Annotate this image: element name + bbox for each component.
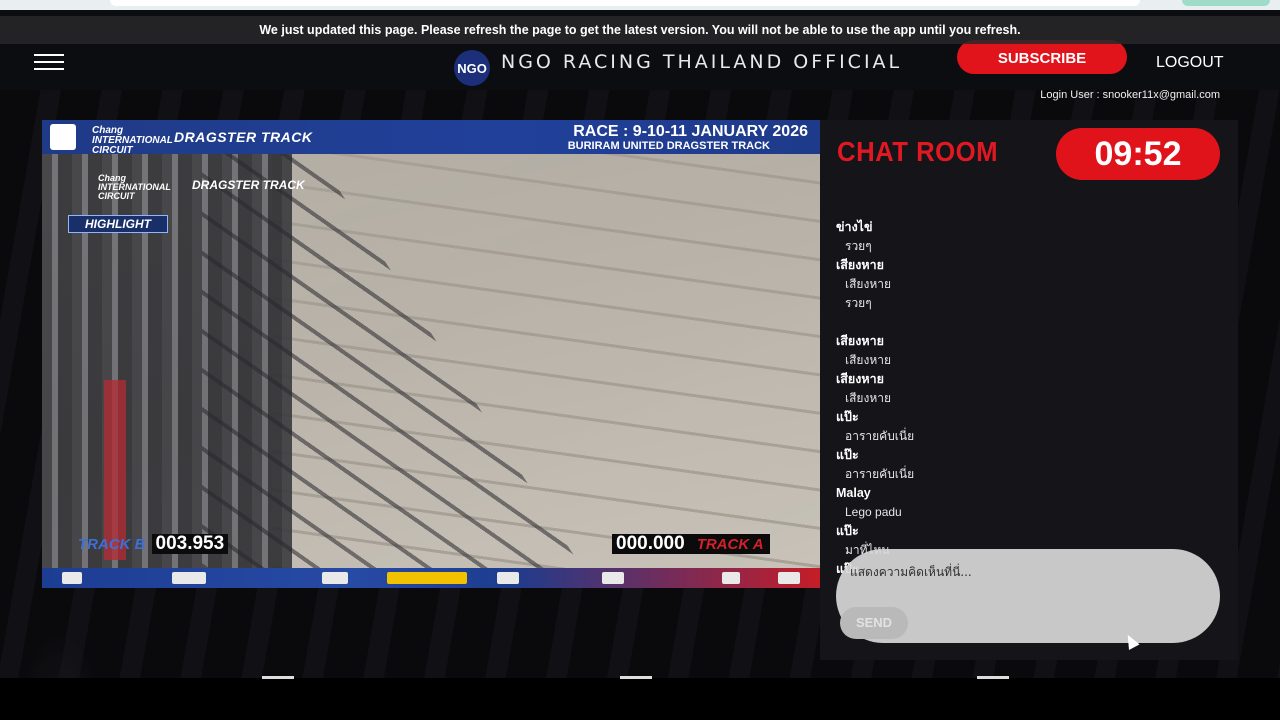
chat-room-panel: CHAT ROOM 09:52 ข่างไข่ รวยๆ เสียงหาย เสียง… — [820, 120, 1238, 660]
subscribe-button[interactable]: SUBSCRIBE — [957, 40, 1127, 74]
chat-message: แป๊ะอารายคับเนี่ย — [836, 446, 1196, 484]
chat-text: เสียงหาย — [845, 277, 891, 291]
sponsor-logo — [602, 572, 624, 584]
chat-message: ข่างไข่รวยๆ — [836, 218, 1196, 256]
chat-username: Malay — [836, 486, 871, 500]
chat-username: แป๊ะ — [836, 448, 859, 462]
hamburger-menu-icon[interactable] — [34, 54, 64, 70]
bottom-indicator — [620, 676, 652, 679]
address-bar[interactable] — [110, 0, 1140, 6]
chat-username: เสียงหาย — [836, 334, 884, 348]
highlight-tag: HIGHLIGHT — [68, 215, 168, 233]
chat-text: อารายคับเนี่ย — [845, 429, 915, 443]
chat-username: แป๊ะ — [836, 524, 859, 538]
sponsor-logo — [62, 572, 82, 584]
chat-message: Malay Lego padu — [836, 484, 1196, 522]
sponsor-logo — [497, 572, 519, 584]
dragster-track-logo: DRAGSTER TRACK — [174, 129, 313, 145]
bottom-indicator — [977, 676, 1009, 679]
chat-message: แป๊ะอารายคับเนี่ย — [836, 408, 1196, 446]
chat-compose-box: SEND — [836, 549, 1220, 643]
chat-text: เสียงหาย — [845, 391, 891, 405]
chat-message: รวยๆ — [836, 294, 1196, 313]
chat-username: แป๊ะ — [836, 410, 859, 424]
send-button[interactable]: SEND — [840, 607, 908, 639]
sponsor-logo — [322, 572, 348, 584]
browser-chrome — [0, 0, 1280, 10]
video-player[interactable]: Chang INTERNATIONAL CIRCUIT DRAGSTER TRA… — [42, 120, 820, 588]
ngo-logo-icon[interactable]: NGO — [452, 48, 492, 88]
chat-message — [836, 313, 1196, 332]
logout-button[interactable]: LOGOUT — [1156, 54, 1224, 72]
right-lane-timer: 000.000 TRACK A — [612, 534, 770, 554]
video-top-banner: Chang INTERNATIONAL CIRCUIT DRAGSTER TRA… — [42, 120, 820, 156]
chat-text: รวยๆ — [845, 296, 872, 310]
update-notification-banner[interactable]: We just updated this page. Please refres… — [0, 16, 1280, 44]
chat-username: ข่างไข่ — [836, 220, 873, 234]
chat-message: เสียงหาย เสียงหาย — [836, 332, 1196, 370]
bottom-bar — [0, 678, 1280, 720]
red-structure — [104, 380, 126, 560]
right-time-value: 000.000 — [612, 534, 689, 554]
left-track-label: TRACK B — [78, 535, 146, 553]
svg-text:NGO: NGO — [457, 61, 487, 76]
chat-room-title: CHAT ROOM — [837, 136, 999, 167]
login-user-label: Login User : snooker11x@gmail.com — [1040, 89, 1220, 101]
sponsor-logo — [778, 572, 800, 584]
chat-text: เสียงหาย — [845, 353, 891, 367]
chat-text: อารายคับเนี่ย — [845, 467, 915, 481]
countdown-timer: 09:52 — [1056, 128, 1220, 180]
event-badge-icon — [50, 124, 76, 150]
chang-circuit-logo: Chang INTERNATIONAL CIRCUIT — [92, 125, 173, 156]
chat-username: เสียงหาย — [836, 372, 884, 386]
chat-message: เสียงหาย เสียงหาย — [836, 370, 1196, 408]
chat-message-input[interactable] — [850, 557, 1190, 587]
right-track-label: TRACK A — [696, 535, 764, 553]
bottom-indicator — [262, 676, 294, 679]
sponsor-logo — [172, 572, 206, 584]
left-time-value: 003.953 — [151, 534, 229, 554]
chat-text: Lego padu — [845, 505, 902, 519]
race-title: RACE : 9-10-11 JANUARY 2026 — [573, 123, 808, 140]
overlay-chang-logo: Chang INTERNATIONAL CIRCUIT — [98, 173, 171, 201]
chat-message-list[interactable]: ข่างไข่ รวยๆ เสียงหาย เสียงหาย รวยๆ เสียงหายเ… — [836, 218, 1196, 573]
sponsor-logo — [387, 572, 467, 584]
left-lane-timer: TRACK B 003.953 — [78, 534, 229, 554]
chat-text: รวยๆ — [845, 239, 872, 253]
site-title: NGO RACING THAILAND OFFICIAL — [501, 51, 903, 73]
race-subtitle: BURIRAM UNITED DRAGSTER TRACK — [567, 140, 770, 152]
sponsor-logo — [722, 572, 740, 584]
overlay-dragster-logo: DRAGSTER TRACK — [192, 178, 305, 192]
browser-button[interactable] — [1182, 0, 1270, 6]
chat-message: เสียงหาย เสียงหาย — [836, 256, 1196, 294]
chat-username: เสียงหาย — [836, 258, 884, 272]
